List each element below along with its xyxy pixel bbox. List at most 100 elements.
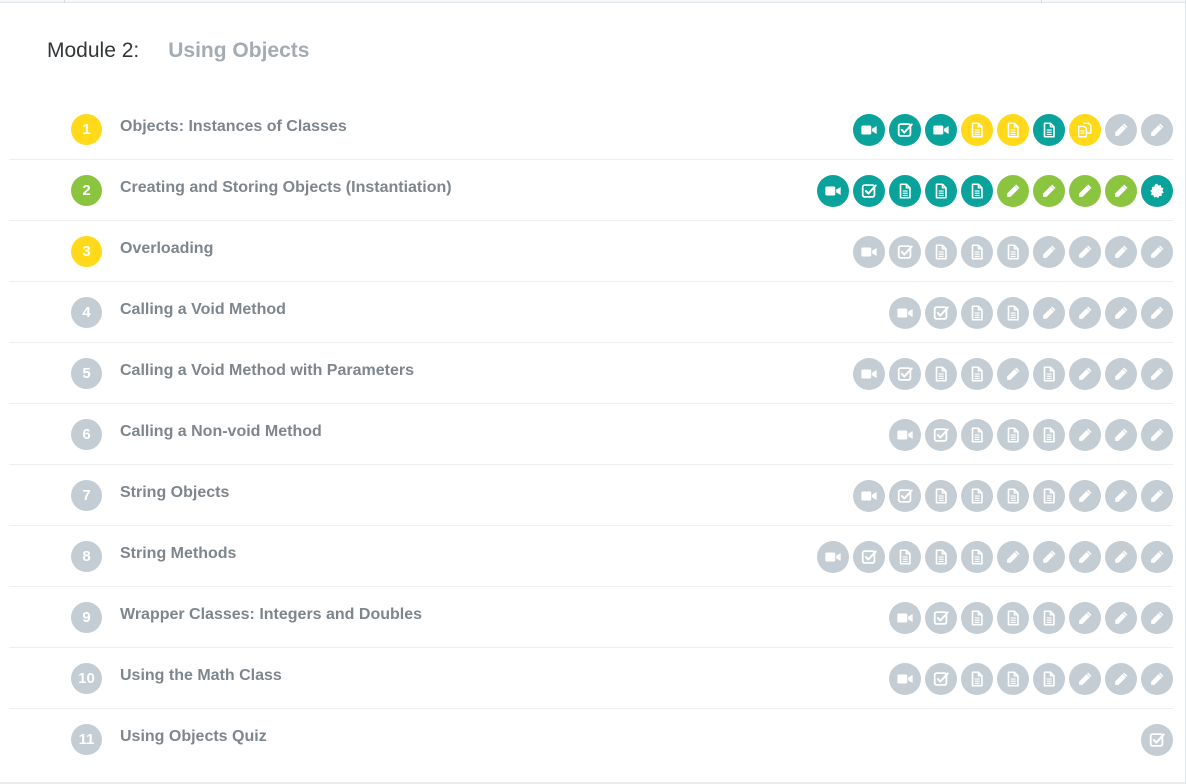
pencil-icon[interactable] [1105,419,1137,451]
checkbox-icon[interactable] [853,541,885,573]
document-icon[interactable] [961,175,993,207]
lesson-row[interactable]: 11 Using Objects Quiz [9,709,1173,769]
document-icon[interactable] [961,419,993,451]
checkbox-icon[interactable] [925,663,957,695]
pencil-icon[interactable] [1141,236,1173,268]
lesson-title-link[interactable]: Using the Math Class [120,667,282,685]
video-icon[interactable] [853,236,885,268]
document-icon[interactable] [961,114,993,146]
document-icon[interactable] [925,175,957,207]
checkbox-icon[interactable] [1141,724,1173,756]
document-icon[interactable] [997,114,1029,146]
document-icon[interactable] [961,602,993,634]
document-icon[interactable] [997,480,1029,512]
pencil-icon[interactable] [1141,297,1173,329]
document-icon[interactable] [961,663,993,695]
checkbox-icon[interactable] [889,358,921,390]
document-icon[interactable] [997,602,1029,634]
lesson-row[interactable]: 7 String Objects [9,465,1173,526]
video-icon[interactable] [889,602,921,634]
pencil-icon[interactable] [1141,480,1173,512]
document-icon[interactable] [1033,358,1065,390]
pencil-icon[interactable] [1069,175,1101,207]
pencil-icon[interactable] [1069,602,1101,634]
pencil-icon[interactable] [997,175,1029,207]
lesson-title-link[interactable]: Wrapper Classes: Integers and Doubles [120,606,422,624]
checkbox-icon[interactable] [889,114,921,146]
lesson-title-link[interactable]: Creating and Storing Objects (Instantiat… [120,179,452,197]
document-icon[interactable] [1033,419,1065,451]
lesson-row[interactable]: 10 Using the Math Class [9,648,1173,709]
lesson-row[interactable]: 1 Objects: Instances of Classes [9,99,1173,160]
lesson-title-link[interactable]: String Methods [120,545,236,563]
lesson-row[interactable]: 2 Creating and Storing Objects (Instantia… [9,160,1173,221]
document-icon[interactable] [961,297,993,329]
pencil-icon[interactable] [1069,419,1101,451]
document-icon[interactable] [997,419,1029,451]
pencil-icon[interactable] [1069,480,1101,512]
lesson-row[interactable]: 6 Calling a Non-void Method [9,404,1173,465]
checkbox-icon[interactable] [925,297,957,329]
video-icon[interactable] [925,114,957,146]
pencil-icon[interactable] [1141,602,1173,634]
checkbox-icon[interactable] [853,175,885,207]
pencil-icon[interactable] [1105,663,1137,695]
document-icon[interactable] [961,236,993,268]
lesson-title-link[interactable]: Overloading [120,240,213,258]
pencil-icon[interactable] [1105,236,1137,268]
pencil-icon[interactable] [1105,358,1137,390]
lesson-row[interactable]: 5 Calling a Void Method with Parameters [9,343,1173,404]
document-icon[interactable] [925,358,957,390]
lesson-title-link[interactable]: Calling a Void Method with Parameters [120,362,414,380]
pencil-icon[interactable] [1141,358,1173,390]
document-icon[interactable] [925,541,957,573]
lesson-row[interactable]: 4 Calling a Void Method [9,282,1173,343]
pencil-icon[interactable] [1069,297,1101,329]
pencil-icon[interactable] [1141,419,1173,451]
badge-icon[interactable] [1141,175,1173,207]
document-icon[interactable] [961,358,993,390]
video-icon[interactable] [853,114,885,146]
video-icon[interactable] [853,480,885,512]
pencil-icon[interactable] [1105,297,1137,329]
lesson-row[interactable]: 8 String Methods [9,526,1173,587]
lesson-title-link[interactable]: Calling a Non-void Method [120,423,322,441]
pencil-icon[interactable] [1033,541,1065,573]
lesson-row[interactable]: 9 Wrapper Classes: Integers and Doubles [9,587,1173,648]
document-icon[interactable] [889,541,921,573]
pencil-icon[interactable] [1141,114,1173,146]
pencil-icon[interactable] [1069,663,1101,695]
video-icon[interactable] [817,541,849,573]
document-icon[interactable] [889,175,921,207]
checkbox-icon[interactable] [889,236,921,268]
video-icon[interactable] [889,663,921,695]
video-icon[interactable] [817,175,849,207]
pencil-icon[interactable] [1105,602,1137,634]
pencil-icon[interactable] [997,541,1029,573]
pencil-icon[interactable] [1033,297,1065,329]
pencil-icon[interactable] [1069,358,1101,390]
pencil-icon[interactable] [1033,175,1065,207]
document-icon[interactable] [925,480,957,512]
document-icon[interactable] [1033,114,1065,146]
document-icon[interactable] [997,663,1029,695]
video-icon[interactable] [853,358,885,390]
document-icon[interactable] [925,236,957,268]
document-icon[interactable] [1033,663,1065,695]
video-icon[interactable] [889,297,921,329]
checkbox-icon[interactable] [925,419,957,451]
document-icon[interactable] [961,480,993,512]
document-icon[interactable] [961,541,993,573]
checkbox-icon[interactable] [925,602,957,634]
checkbox-icon[interactable] [889,480,921,512]
lesson-title-link[interactable]: String Objects [120,484,229,502]
pencil-icon[interactable] [1033,236,1065,268]
lesson-row[interactable]: 3 Overloading [9,221,1173,282]
pencil-icon[interactable] [1069,236,1101,268]
pencil-icon[interactable] [1105,480,1137,512]
pencil-icon[interactable] [1105,541,1137,573]
lesson-title-link[interactable]: Objects: Instances of Classes [120,118,347,136]
pencil-icon[interactable] [1141,541,1173,573]
pencil-icon[interactable] [1141,663,1173,695]
document-icon[interactable] [997,297,1029,329]
